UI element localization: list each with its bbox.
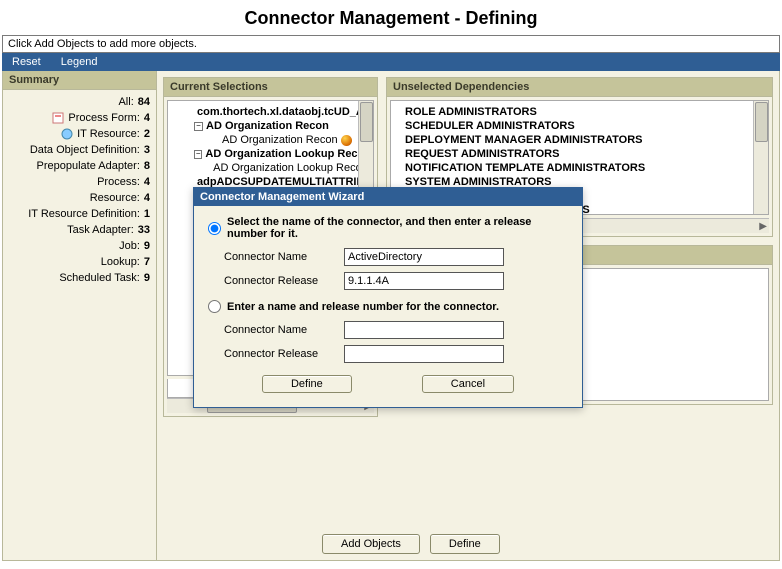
summary-value: 84 [138,96,150,108]
summary-row[interactable]: Task Adapter: 33 [9,222,150,238]
summary-label: Resource: [90,192,140,204]
tree-item-label: com.thortech.xl.dataobj.tcUD_ADUSER [197,106,373,118]
connector-wizard-dialog: Connector Management Wizard Select the n… [193,187,583,408]
summary-row[interactable]: Process: 4 [9,174,150,190]
summary-label: IT Resource: [77,128,140,140]
connector-release-input-1[interactable] [344,272,504,290]
summary-label: IT Resource Definition: [28,208,140,220]
tree-row[interactable]: AD Organization Lookup Recon [170,161,371,175]
page-title: Connector Management - Defining [0,0,782,35]
connector-name-input-2[interactable] [344,321,504,339]
add-objects-button[interactable]: Add Objects [322,534,420,554]
summary-row[interactable]: Job: 9 [9,238,150,254]
modal-title: Connector Management Wizard [194,188,582,206]
summary-row[interactable]: IT Resource Definition: 1 [9,206,150,222]
form-icon [52,112,64,124]
summary-label: Prepopulate Adapter: [37,160,140,172]
summary-label: Data Object Definition: [30,144,140,156]
summary-label: Lookup: [101,256,140,268]
dependency-row[interactable]: REQUEST ADMINISTRATORS [393,147,766,161]
connector-release-input-2[interactable] [344,345,504,363]
define-button[interactable]: Define [430,534,500,554]
summary-value: 8 [144,160,150,172]
scroll-right-icon[interactable]: ▶ [759,221,767,232]
summary-sidebar: Summary All:84Process Form:4IT Resource:… [2,71,157,561]
tree-row[interactable]: com.thortech.xl.dataobj.tcUD_ADUSER [170,105,371,119]
option-select-existing-radio[interactable] [208,222,221,235]
tree-item-label: AD Organization Recon [206,120,329,132]
summary-value: 33 [138,224,150,236]
summary-label: Process: [97,176,140,188]
tree-item-label: AD Organization Lookup Recon [205,148,371,160]
summary-value: 1 [144,208,150,220]
option-select-existing-label: Select the name of the connector, and th… [227,216,568,240]
tree-row[interactable]: −AD Organization Recon [170,119,371,133]
summary-value: 2 [144,128,150,140]
connector-release-label-2: Connector Release [224,348,344,360]
selections-header: Current Selections [164,78,377,97]
resource-icon [61,128,73,140]
toggle-icon[interactable]: − [194,122,203,131]
summary-row[interactable]: All: 84 [9,94,150,110]
instruction-bar: Click Add Objects to add more objects. [2,35,780,53]
tree-item-label: AD Organization Lookup Recon [213,162,368,174]
dependency-row[interactable]: ROLE ADMINISTRATORS [393,105,766,119]
connector-name-label-1: Connector Name [224,251,344,263]
dependency-row[interactable]: DEPLOYMENT MANAGER ADMINISTRATORS [393,133,766,147]
summary-row[interactable]: Prepopulate Adapter: 8 [9,158,150,174]
option-enter-new-radio[interactable] [208,300,221,313]
summary-value: 4 [144,176,150,188]
reset-link[interactable]: Reset [12,56,41,68]
summary-label: All: [118,96,133,108]
tree-item-label: AD Organization Recon [222,134,338,146]
summary-header: Summary [3,71,156,90]
summary-row[interactable]: Lookup: 7 [9,254,150,270]
summary-row[interactable]: Process Form: 4 [9,110,150,126]
toggle-icon[interactable]: − [194,150,202,159]
modal-define-button[interactable]: Define [262,375,352,393]
dependencies-vscroll[interactable] [753,101,768,214]
summary-row[interactable]: IT Resource: 2 [9,126,150,142]
action-bar: Reset Legend [2,53,780,71]
summary-row[interactable]: Scheduled Task: 9 [9,270,150,286]
summary-row[interactable]: Resource: 4 [9,190,150,206]
summary-value: 4 [144,192,150,204]
summary-value: 7 [144,256,150,268]
dependency-row[interactable]: SCHEDULER ADMINISTRATORS [393,119,766,133]
summary-value: 3 [144,144,150,156]
connector-name-input-1[interactable] [344,248,504,266]
connector-name-label-2: Connector Name [224,324,344,336]
status-dot-icon [341,135,352,146]
dependencies-header: Unselected Dependencies [387,78,772,97]
connector-release-label-1: Connector Release [224,275,344,287]
dependency-row[interactable]: NOTIFICATION TEMPLATE ADMINISTRATORS [393,161,766,175]
summary-label: Scheduled Task: [59,272,140,284]
tree-row[interactable]: −AD Organization Lookup Recon [170,147,371,161]
summary-value: 9 [144,272,150,284]
summary-label: Task Adapter: [67,224,134,236]
option-enter-new-label: Enter a name and release number for the … [227,301,499,313]
summary-value: 4 [144,112,150,124]
summary-label: Process Form: [68,112,140,124]
summary-row[interactable]: Data Object Definition: 3 [9,142,150,158]
tree-row[interactable]: AD Organization Recon [170,133,371,147]
summary-label: Job: [119,240,140,252]
legend-link[interactable]: Legend [61,56,98,68]
modal-cancel-button[interactable]: Cancel [422,375,514,393]
summary-value: 9 [144,240,150,252]
